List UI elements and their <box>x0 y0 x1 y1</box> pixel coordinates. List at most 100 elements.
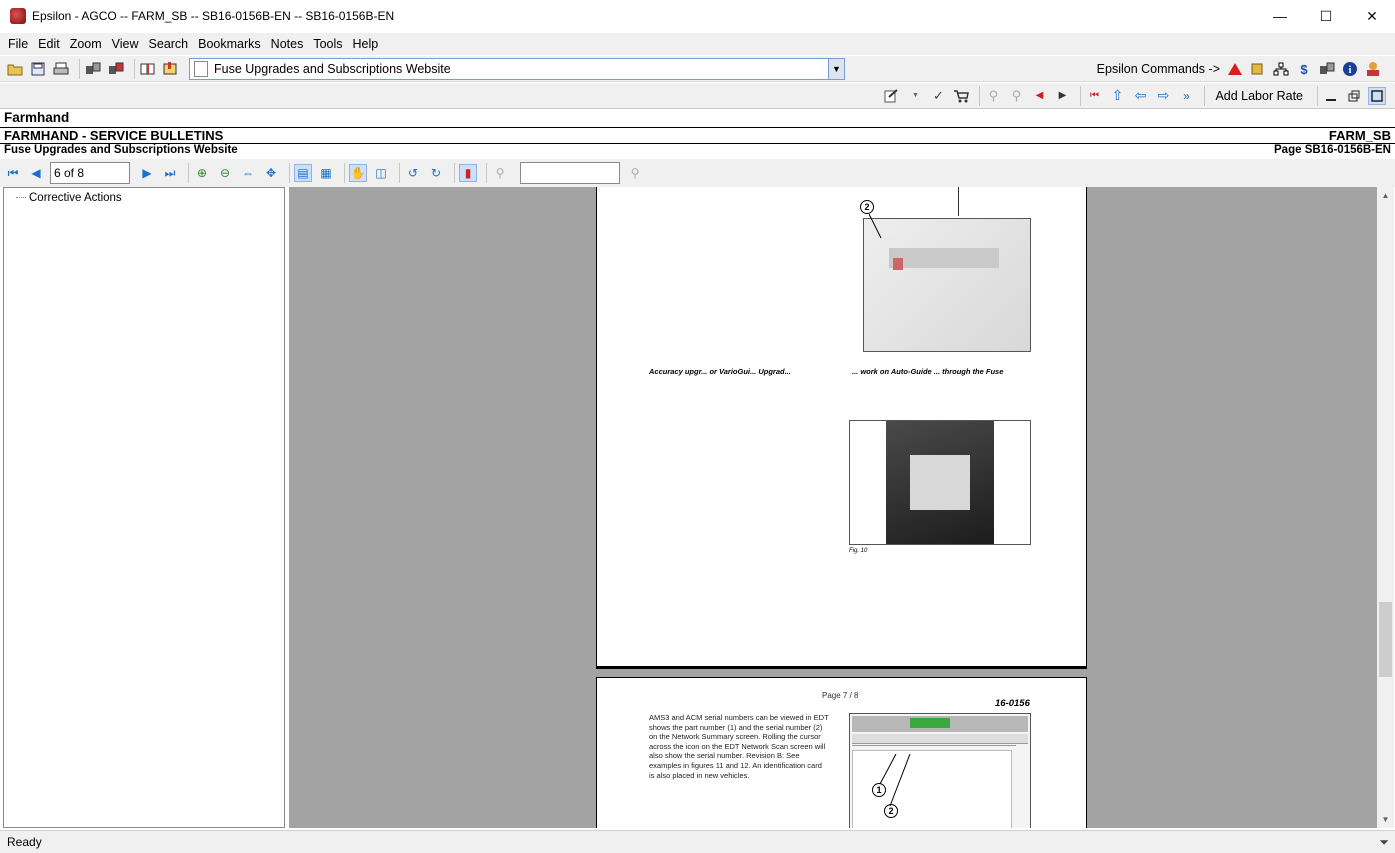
next-page-icon[interactable]: ▶ <box>138 164 156 182</box>
window-controls: — ☐ ✕ <box>1257 0 1395 32</box>
scrollbar-thumb[interactable] <box>1379 602 1392 677</box>
brand-name: Farmhand <box>4 110 70 125</box>
menu-edit[interactable]: Edit <box>34 37 64 51</box>
rotate-right-icon[interactable]: ↻ <box>427 164 445 182</box>
title-bar: Epsilon - AGCO -- FARM_SB -- SB16-0156B-… <box>0 0 1395 32</box>
fit-width-icon[interactable]: ⇔ <box>239 164 257 182</box>
maximize-pane-icon[interactable] <box>1368 86 1386 105</box>
document-header: Fuse Upgrades and Subscriptions Website … <box>0 143 1395 158</box>
figure-module-photo <box>849 420 1031 545</box>
network-alt-icon[interactable] <box>107 60 125 78</box>
parts-icon[interactable] <box>1249 60 1267 78</box>
link-alt-icon[interactable]: ⚲ <box>1007 87 1025 105</box>
menu-bookmarks[interactable]: Bookmarks <box>194 37 265 51</box>
section-title: FARMHAND - SERVICE BULLETINS <box>4 128 224 143</box>
fit-page-icon[interactable]: ✥ <box>262 164 280 182</box>
find-icon[interactable]: ⚲ <box>491 164 509 182</box>
status-bar: Ready ⏷ <box>0 830 1395 853</box>
app-icon <box>10 8 26 24</box>
toc-tree: Corrective Actions <box>3 187 285 828</box>
main-toolbar: Fuse Upgrades and Subscriptions Website … <box>0 56 1395 82</box>
toolbar-separator <box>134 58 135 79</box>
previous-page-icon[interactable]: ◀ <box>27 164 45 182</box>
document-viewer[interactable]: 2 Accuracy upgr... or VarioGui... Upgrad… <box>289 187 1377 828</box>
epsilon-commands-label: Epsilon Commands -> <box>1096 62 1220 76</box>
multi-page-view-icon[interactable]: ▦ <box>317 164 335 182</box>
print-icon[interactable] <box>52 60 70 78</box>
network-summary-screenshot: 1 2 <box>849 713 1031 828</box>
document-selector[interactable]: Fuse Upgrades and Subscriptions Website … <box>189 57 845 80</box>
arrow-up-icon[interactable]: ⇧ <box>1108 87 1126 105</box>
menu-zoom[interactable]: Zoom <box>66 37 106 51</box>
figure-screen-image <box>849 187 1031 352</box>
toolbar-separator <box>1080 85 1082 106</box>
paragraph-right: ... work on Auto-Guide ... through the F… <box>852 367 1004 376</box>
menu-help[interactable]: Help <box>349 37 383 51</box>
vertical-scrollbar[interactable]: ▲ ▼ <box>1377 187 1394 828</box>
zoom-in-icon[interactable]: ⊕ <box>193 164 211 182</box>
viewer-toolbar: ⏮ ◀ 6 of 8 ▶ ⏭ ⊕ ⊖ ⇔ ✥ ▤ ▦ ✋ ◫ ↺ ↻ ▮ ⚲ ⚲ <box>0 159 1395 187</box>
hierarchy-icon[interactable] <box>1272 60 1290 78</box>
single-page-view-icon[interactable]: ▤ <box>294 164 312 182</box>
book-icon[interactable] <box>139 60 157 78</box>
first-page-icon[interactable]: ⏮ <box>1085 87 1103 105</box>
minimize-pane-icon[interactable] <box>1322 87 1340 105</box>
double-arrow-right-icon[interactable]: » <box>1177 87 1195 105</box>
agco-logo-icon[interactable] <box>1226 60 1244 78</box>
checkmark-icon[interactable]: ✓ <box>929 87 947 105</box>
user-icon[interactable] <box>1364 60 1382 78</box>
bookmark-icon[interactable]: ▮ <box>459 164 477 182</box>
menu-search[interactable]: Search <box>145 37 193 51</box>
maximize-button[interactable]: ☐ <box>1303 0 1349 32</box>
network-icon[interactable] <box>84 60 102 78</box>
book-bookmark-icon[interactable] <box>162 60 180 78</box>
toolbar-separator <box>979 85 981 106</box>
document-number: 16-0156 <box>995 698 1030 709</box>
page-number-input[interactable]: 6 of 8 <box>50 162 130 184</box>
notes-edit-icon[interactable] <box>883 87 901 105</box>
zoom-out-icon[interactable]: ⊖ <box>216 164 234 182</box>
network-icon[interactable] <box>1318 60 1336 78</box>
triangle-right-icon[interactable]: ▶ <box>1053 87 1071 105</box>
last-page-icon[interactable]: ⏭ <box>161 164 179 182</box>
arrow-back-icon[interactable]: ⇦ <box>1131 87 1149 105</box>
toolbar-separator <box>399 163 400 183</box>
menu-tools[interactable]: Tools <box>309 37 346 51</box>
menu-view[interactable]: View <box>108 37 143 51</box>
paragraph-left: Accuracy upgr... or VarioGui... Upgrad..… <box>649 367 791 376</box>
filter-icon[interactable]: ⏷ <box>1379 835 1389 850</box>
arrow-forward-icon[interactable]: ⇨ <box>1154 87 1172 105</box>
brand-header: Farmhand <box>0 110 1395 127</box>
figure-caption: Fig. 10 <box>849 548 868 554</box>
menu-file[interactable]: File <box>4 37 32 51</box>
cart-icon[interactable] <box>952 87 970 105</box>
tree-connector <box>16 197 26 199</box>
add-labor-rate-button[interactable]: Add Labor Rate <box>1209 89 1309 103</box>
link-icon[interactable]: ⚲ <box>984 87 1002 105</box>
tree-item-label: Corrective Actions <box>29 192 122 204</box>
callout-leader <box>868 214 882 239</box>
scroll-down-icon[interactable]: ▼ <box>1377 811 1394 828</box>
info-icon[interactable]: i <box>1341 60 1359 78</box>
open-folder-icon[interactable] <box>6 60 24 78</box>
minimize-button[interactable]: — <box>1257 0 1303 32</box>
find-next-icon[interactable]: ⚲ <box>626 164 644 182</box>
window-title: Epsilon - AGCO -- FARM_SB -- SB16-0156B-… <box>32 9 395 23</box>
split-view-icon[interactable]: ◫ <box>372 164 390 182</box>
save-icon[interactable] <box>29 60 47 78</box>
scroll-up-icon[interactable]: ▲ <box>1377 187 1394 204</box>
triangle-left-icon[interactable]: ◀ <box>1030 87 1048 105</box>
pan-hand-icon[interactable]: ✋ <box>349 164 367 182</box>
first-page-icon[interactable]: ⏮ <box>4 164 22 182</box>
find-input[interactable] <box>520 162 620 184</box>
tree-item-corrective-actions[interactable]: Corrective Actions <box>16 192 122 204</box>
restore-pane-icon[interactable] <box>1345 87 1363 105</box>
dollar-icon[interactable]: $ <box>1295 60 1313 78</box>
close-button[interactable]: ✕ <box>1349 0 1395 32</box>
menu-notes[interactable]: Notes <box>267 37 308 51</box>
chevron-down-icon[interactable]: ▼ <box>828 58 844 79</box>
rotate-left-icon[interactable]: ↺ <box>404 164 422 182</box>
dropdown-arrow-icon[interactable]: ▼ <box>906 87 924 105</box>
epsilon-commands: Epsilon Commands -> $ i <box>1097 56 1387 82</box>
document-title: Fuse Upgrades and Subscriptions Website <box>4 144 238 156</box>
